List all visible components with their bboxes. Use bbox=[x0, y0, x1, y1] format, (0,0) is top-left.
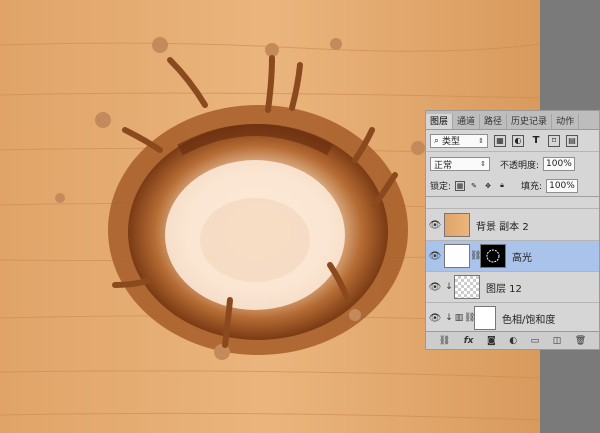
lock-all-icon[interactable]: 🔒︎ bbox=[497, 181, 507, 191]
lock-transparency-icon[interactable]: ▦ bbox=[455, 180, 466, 191]
link-icon[interactable]: ⛓︎ bbox=[470, 251, 481, 261]
type-filter-icon[interactable]: T bbox=[530, 135, 542, 147]
tab-actions[interactable]: 动作 bbox=[552, 114, 580, 129]
layer-name: 色相/饱和度 bbox=[502, 314, 556, 326]
new-layer-icon[interactable]: ◫ bbox=[553, 336, 562, 346]
fill-value: 100% bbox=[549, 180, 575, 191]
blend-mode-value: 正常 bbox=[434, 160, 453, 171]
partial-layer-row[interactable] bbox=[426, 199, 599, 209]
lock-label: 锁定: bbox=[430, 182, 452, 192]
eye-icon[interactable]: 👁︎ bbox=[426, 251, 444, 262]
link-icon[interactable]: ⛓︎ bbox=[464, 313, 475, 323]
adjustment-filter-icon[interactable]: ◐ bbox=[512, 134, 524, 147]
pixel-filter-icon[interactable]: ▦ bbox=[494, 134, 506, 147]
blend-row: 正常 ⇕ 不透明度: 100% bbox=[426, 153, 599, 175]
lock-pixels-brush-icon[interactable]: ✎ bbox=[469, 181, 479, 191]
mask-icon[interactable]: ◙ bbox=[487, 336, 496, 346]
tab-channels[interactable]: 通道 bbox=[453, 114, 481, 129]
eye-icon[interactable]: 👁︎ bbox=[426, 313, 444, 324]
tab-paths[interactable]: 路径 bbox=[480, 114, 508, 129]
smart-object-filter-icon[interactable]: ▤ bbox=[566, 134, 578, 147]
layer-row[interactable]: 👁︎ ↓ ▥ ⛓︎ 色相/饱和度 bbox=[426, 303, 599, 334]
layer-row-selected[interactable]: 👁︎ ⛓︎ 高光 bbox=[426, 241, 599, 272]
fill-input[interactable]: 100% bbox=[546, 178, 579, 193]
search-icon: ⌕ bbox=[434, 135, 440, 146]
layer-thumbnail bbox=[444, 213, 470, 237]
clipping-arrow-icon: ↓ bbox=[445, 282, 453, 292]
clipping-arrow-icon: ↓ bbox=[445, 313, 453, 323]
fill-label: 填充: bbox=[521, 182, 543, 192]
layer-thumbnail bbox=[444, 244, 470, 268]
layer-mask-thumbnail[interactable] bbox=[474, 306, 496, 330]
shape-filter-icon[interactable]: ⌑ bbox=[548, 134, 560, 147]
eye-icon[interactable]: 👁︎ bbox=[426, 282, 444, 293]
opacity-input[interactable]: 100% bbox=[543, 157, 576, 171]
layer-name: 高光 bbox=[512, 252, 532, 264]
delete-icon[interactable]: 🗑︎ bbox=[575, 336, 586, 346]
lock-row: 锁定: ▦ ✎ ✥ 🔒︎ 填充: 100% bbox=[426, 175, 599, 197]
lock-position-icon[interactable]: ✥ bbox=[483, 181, 493, 191]
opacity-label: 不透明度: bbox=[500, 160, 540, 171]
link-icon[interactable]: ⛓︎ bbox=[439, 336, 450, 346]
chevron-down-icon: ⇕ bbox=[480, 160, 486, 168]
layer-filter-label: 类型 bbox=[442, 137, 461, 147]
adjustment-icon[interactable]: ◐ bbox=[509, 336, 517, 346]
layers-panel: 图层 通道 路径 历史记录 动作 ⌕ 类型 ⇕ ▦ ◐ T ⌑ ▤ 正常 ⇕ 不… bbox=[425, 110, 600, 350]
eye-icon[interactable]: 👁︎ bbox=[426, 220, 444, 231]
tab-layers[interactable]: 图层 bbox=[426, 114, 454, 129]
panel-tabs: 图层 通道 路径 历史记录 动作 bbox=[426, 111, 599, 130]
layer-name: 图层 12 bbox=[486, 283, 522, 295]
group-folder-icon[interactable]: ▭ bbox=[531, 336, 540, 346]
layer-row[interactable]: 👁︎ ↓ 图层 12 bbox=[426, 272, 599, 303]
chevron-down-icon: ⇕ bbox=[478, 136, 484, 145]
layer-filter-row: ⌕ 类型 ⇕ ▦ ◐ T ⌑ ▤ bbox=[426, 130, 599, 152]
tab-history[interactable]: 历史记录 bbox=[507, 114, 553, 129]
layer-thumbnail bbox=[454, 275, 480, 299]
adjustment-layer-icon: ▥ bbox=[454, 313, 464, 323]
fx-icon[interactable]: fx bbox=[464, 336, 474, 346]
blend-mode-select[interactable]: 正常 ⇕ bbox=[430, 157, 490, 171]
layer-name: 背景 副本 2 bbox=[476, 221, 529, 233]
opacity-value: 100% bbox=[546, 159, 572, 169]
layer-mask-thumbnail[interactable] bbox=[480, 244, 506, 268]
layer-row[interactable]: 👁︎ 背景 副本 2 bbox=[426, 210, 599, 241]
layer-filter-select[interactable]: ⌕ 类型 ⇕ bbox=[430, 133, 488, 148]
layers-bottom-bar: ⛓︎ fx ◙ ◐ ▭ ◫ 🗑︎ bbox=[426, 331, 599, 349]
